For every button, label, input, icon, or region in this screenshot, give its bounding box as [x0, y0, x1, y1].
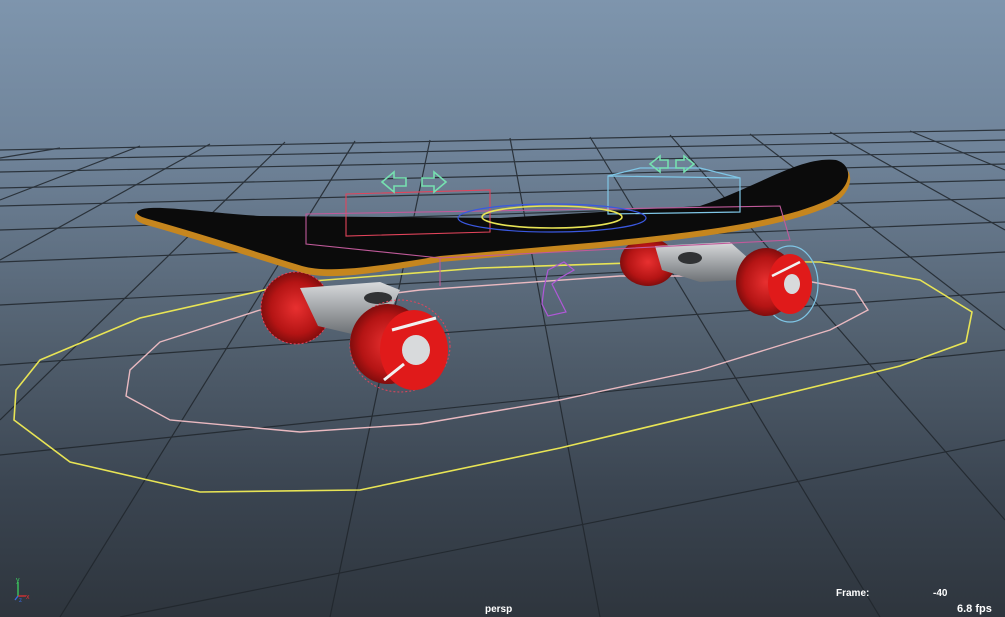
svg-text:z: z [19, 598, 22, 602]
camera-name-label: persp [485, 604, 513, 615]
ground-grid [0, 129, 1005, 617]
svg-text:y: y [16, 577, 20, 584]
axis-gizmo-icon: y x z [14, 577, 30, 602]
svg-text:x: x [26, 594, 30, 601]
purple-control-curve[interactable] [541, 261, 576, 317]
fps-readout: 6.8 fps [957, 603, 992, 615]
move-arrows-left[interactable] [380, 170, 448, 194]
frame-label: Frame: [836, 588, 870, 599]
scene-canvas[interactable] [0, 0, 1005, 617]
frame-value: -40 [933, 588, 948, 599]
wheel-front-left [349, 299, 451, 393]
perspective-viewport[interactable]: y x z persp Frame: -40 6.8 fps [0, 0, 1005, 617]
